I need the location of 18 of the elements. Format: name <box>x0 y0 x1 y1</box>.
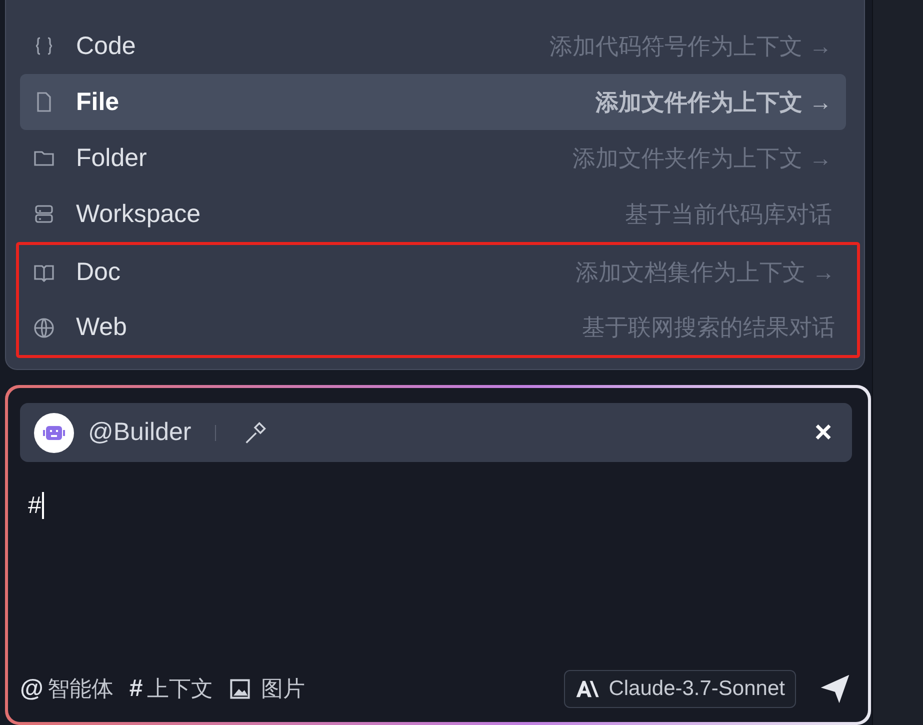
menu-item[interactable]: Folder 添加文件夹作为上下文 → <box>20 130 846 186</box>
globe-icon <box>32 316 56 340</box>
server-icon <box>32 202 56 226</box>
agent-tool-button[interactable]: @ 智能体 <box>20 674 114 704</box>
menu-item[interactable]: Workspace 基于当前代码库对话 <box>20 186 846 242</box>
menu-item[interactable]: File 添加文件作为上下文 → <box>20 74 846 130</box>
robot-avatar-icon <box>34 412 74 452</box>
context-tool-button[interactable]: # 上下文 <box>129 674 213 704</box>
menu-item[interactable]: Code 添加代码符号作为上下文 → <box>20 18 846 74</box>
close-button[interactable]: × <box>814 418 832 448</box>
menu-item[interactable]: Doc 添加文档集作为上下文 → <box>20 245 849 300</box>
menu-item[interactable]: Web 基于联网搜索的结果对话 <box>20 300 849 355</box>
message-field[interactable]: # <box>20 462 852 670</box>
agent-name: @Builder <box>88 418 192 447</box>
image-icon <box>228 678 251 700</box>
logo-icon <box>574 680 601 698</box>
model-selector[interactable]: Claude-3.7-Sonnet <box>564 670 796 708</box>
image-tool-button[interactable]: 图片 <box>228 674 305 704</box>
